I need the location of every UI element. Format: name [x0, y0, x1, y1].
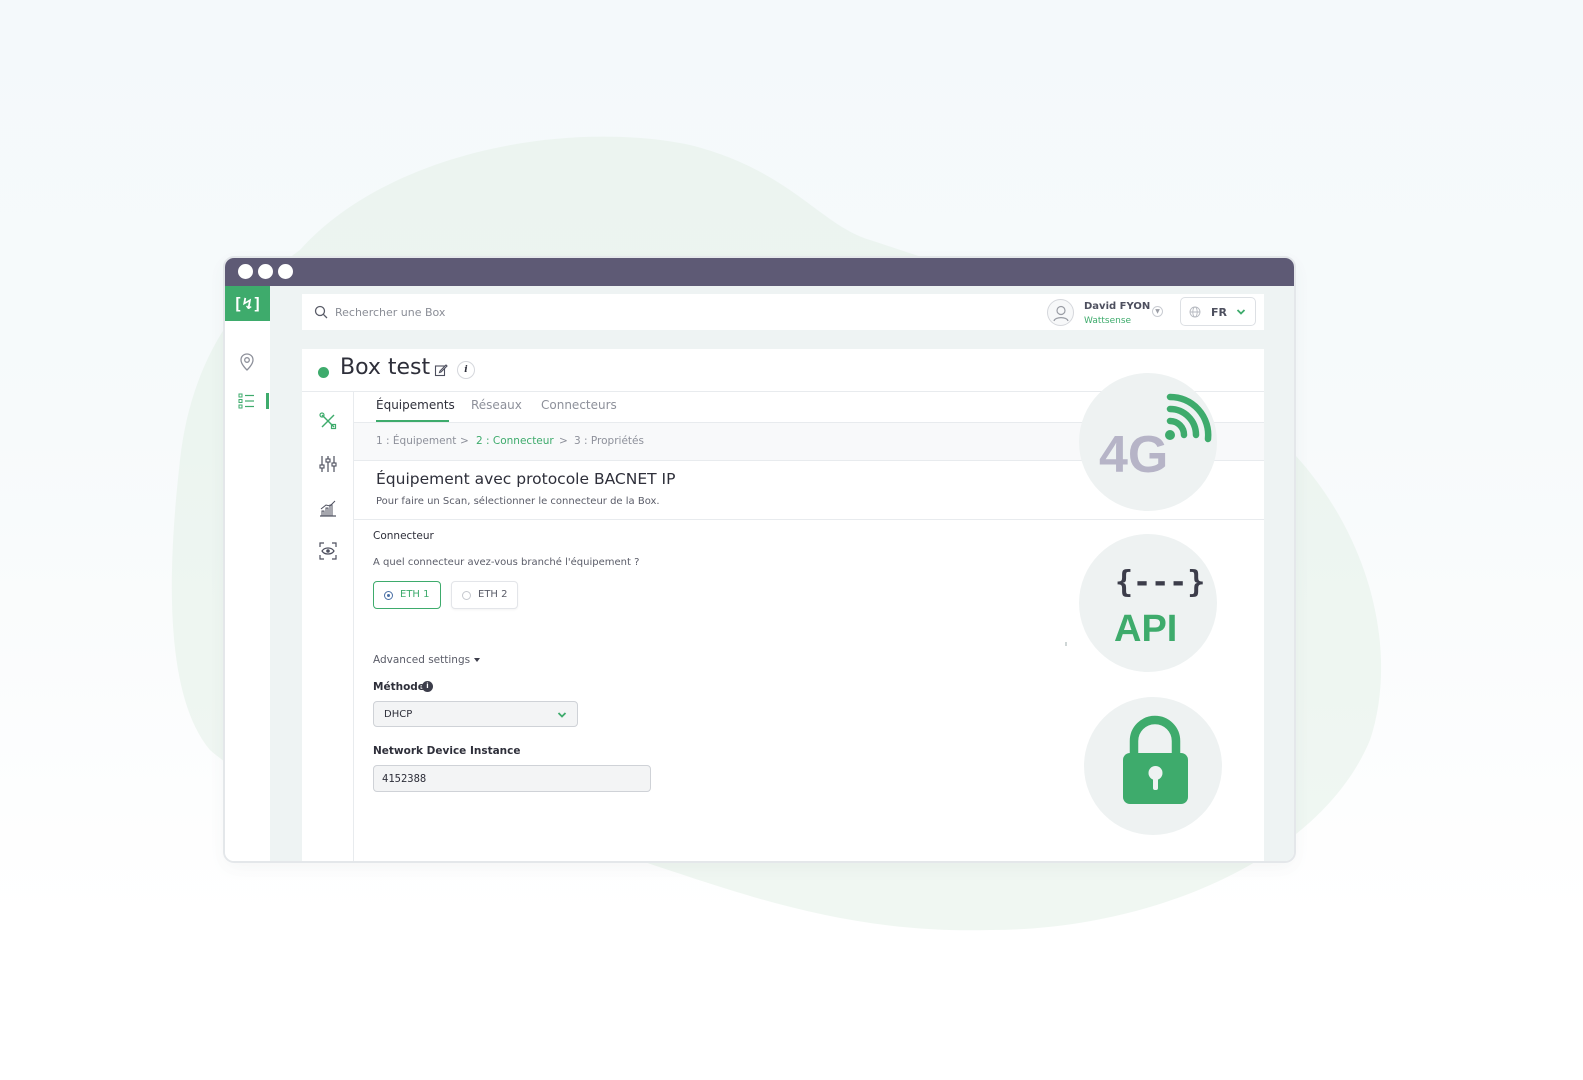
tools-icon[interactable]	[318, 411, 338, 431]
eye-scan-icon[interactable]	[318, 541, 338, 561]
breadcrumb-step-proprietes[interactable]: 3 : Propriétés	[574, 435, 644, 447]
api-text: API	[1114, 608, 1177, 650]
tab-equipements[interactable]: Équipements	[376, 398, 455, 412]
user-menu-chevron-icon[interactable]: ▼	[1152, 306, 1163, 317]
top-bar: Rechercher une Box David FYON Wattsense …	[302, 294, 1264, 330]
api-braces: {---}	[1115, 565, 1205, 600]
method-select[interactable]: DHCP	[373, 701, 578, 727]
connector-label: Connecteur	[373, 530, 434, 542]
window-dot	[278, 264, 293, 279]
window-titlebar	[225, 258, 1294, 286]
method-value: DHCP	[384, 709, 413, 720]
padlock-icon	[1123, 715, 1188, 804]
network-device-instance-label: Network Device Instance	[373, 745, 521, 757]
rail-active-indicator	[266, 393, 269, 409]
user-organization: Wattsense	[1084, 316, 1132, 326]
window-dot	[258, 264, 273, 279]
app-logo[interactable]: [↯]	[225, 286, 270, 321]
window-dot	[238, 264, 253, 279]
edit-icon[interactable]	[434, 363, 448, 377]
connector-option-eth1[interactable]: ETH 1	[373, 581, 441, 609]
signal-4g-icon: 4G	[1099, 393, 1212, 484]
connector-option-eth2[interactable]: ETH 2	[451, 581, 518, 609]
map-pin-icon[interactable]	[237, 352, 257, 372]
search-icon	[314, 305, 328, 319]
connector-option-label: ETH 2	[478, 589, 508, 600]
language-value: FR	[1211, 306, 1227, 319]
chart-icon[interactable]	[318, 498, 338, 518]
chevron-down-icon	[1236, 309, 1246, 315]
decorative-mark	[1065, 642, 1067, 646]
breadcrumb-step-connecteur[interactable]: 2 : Connecteur	[476, 435, 554, 447]
connector-option-label: ETH 1	[400, 589, 430, 600]
advanced-settings-label: Advanced settings	[373, 654, 471, 666]
section-title: Équipement avec protocole BACNET IP	[376, 470, 676, 488]
chevron-down-icon	[557, 712, 567, 718]
user-icon	[1053, 305, 1069, 322]
connector-question: A quel connecteur avez-vous branché l'éq…	[373, 557, 640, 568]
info-icon[interactable]: i	[422, 681, 433, 692]
method-label: Méthode	[373, 681, 425, 693]
tab-reseaux[interactable]: Réseaux	[471, 398, 522, 412]
badge-lock	[1084, 697, 1222, 835]
search-input[interactable]: Rechercher une Box	[335, 306, 445, 319]
advanced-settings-toggle[interactable]: Advanced settings	[373, 654, 481, 666]
page-title: Box test	[340, 355, 431, 380]
globe-icon	[1189, 306, 1201, 318]
breadcrumb-separator: >	[460, 435, 469, 447]
caret-down-icon	[474, 658, 481, 662]
vertical-nav	[302, 392, 354, 861]
list-icon[interactable]	[237, 391, 257, 411]
divider	[354, 519, 1264, 520]
network-device-instance-field[interactable]: 4152388	[373, 765, 651, 792]
app-rail: [↯]	[225, 286, 270, 861]
info-icon[interactable]: i	[457, 361, 475, 379]
network-device-instance-value: 4152388	[382, 773, 427, 785]
section-subtitle: Pour faire un Scan, sélectionner le conn…	[376, 496, 660, 507]
user-name[interactable]: David FYON	[1084, 301, 1150, 312]
status-indicator	[318, 367, 329, 378]
breadcrumb-separator: >	[559, 435, 568, 447]
fourg-text: 4G	[1099, 426, 1168, 484]
api-icon: {---} API	[1114, 565, 1205, 650]
active-tab-indicator	[376, 420, 449, 422]
tab-connecteurs[interactable]: Connecteurs	[541, 398, 617, 412]
sliders-icon[interactable]	[318, 454, 338, 474]
language-select[interactable]: FR	[1180, 297, 1256, 326]
badge-api: {---} API	[1079, 534, 1217, 672]
breadcrumb-step-equipement[interactable]: 1 : Équipement	[376, 435, 456, 447]
badge-4g: 4G	[1079, 373, 1217, 511]
radio-checked-icon	[384, 591, 393, 600]
radio-unchecked-icon	[462, 591, 471, 600]
avatar[interactable]	[1047, 299, 1074, 326]
